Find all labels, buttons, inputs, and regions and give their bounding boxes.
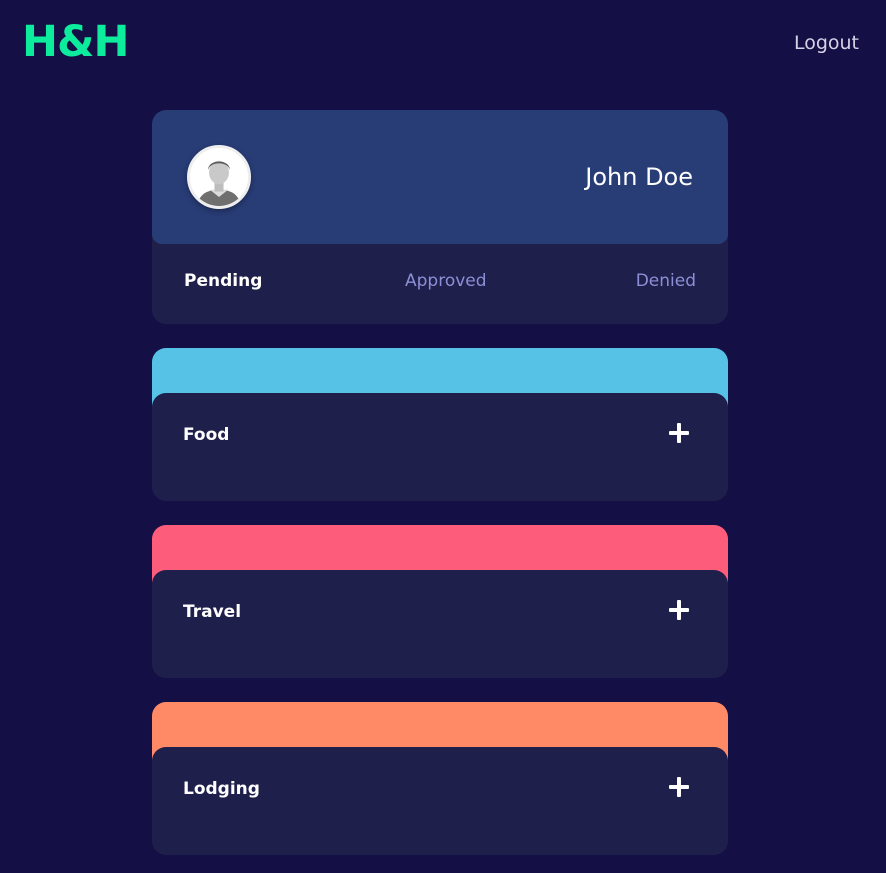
tab-denied[interactable]: Denied bbox=[636, 270, 696, 292]
logout-link[interactable]: Logout bbox=[794, 31, 859, 55]
category-card-lodging: Lodging bbox=[152, 702, 728, 855]
plus-icon[interactable] bbox=[668, 776, 690, 798]
user-avatar-icon bbox=[187, 145, 251, 209]
category-body: Food bbox=[152, 393, 728, 501]
category-title: Lodging bbox=[183, 779, 260, 799]
category-body: Lodging bbox=[152, 747, 728, 855]
brand-logo[interactable]: H&H bbox=[22, 19, 129, 65]
tab-pending[interactable]: Pending bbox=[184, 270, 262, 292]
category-body: Travel bbox=[152, 570, 728, 678]
category-title: Food bbox=[183, 425, 230, 445]
plus-icon[interactable] bbox=[668, 422, 690, 444]
user-name: John Doe bbox=[585, 163, 693, 191]
profile-card: John Doe Pending Approved Denied bbox=[152, 110, 728, 324]
tab-approved[interactable]: Approved bbox=[405, 270, 487, 292]
profile-header: John Doe bbox=[152, 110, 728, 244]
category-card-travel: Travel bbox=[152, 525, 728, 678]
category-card-food: Food bbox=[152, 348, 728, 501]
page: H&H Logout John Doe Pending Approved Den… bbox=[0, 0, 886, 873]
plus-icon[interactable] bbox=[668, 599, 690, 621]
category-title: Travel bbox=[183, 602, 242, 622]
